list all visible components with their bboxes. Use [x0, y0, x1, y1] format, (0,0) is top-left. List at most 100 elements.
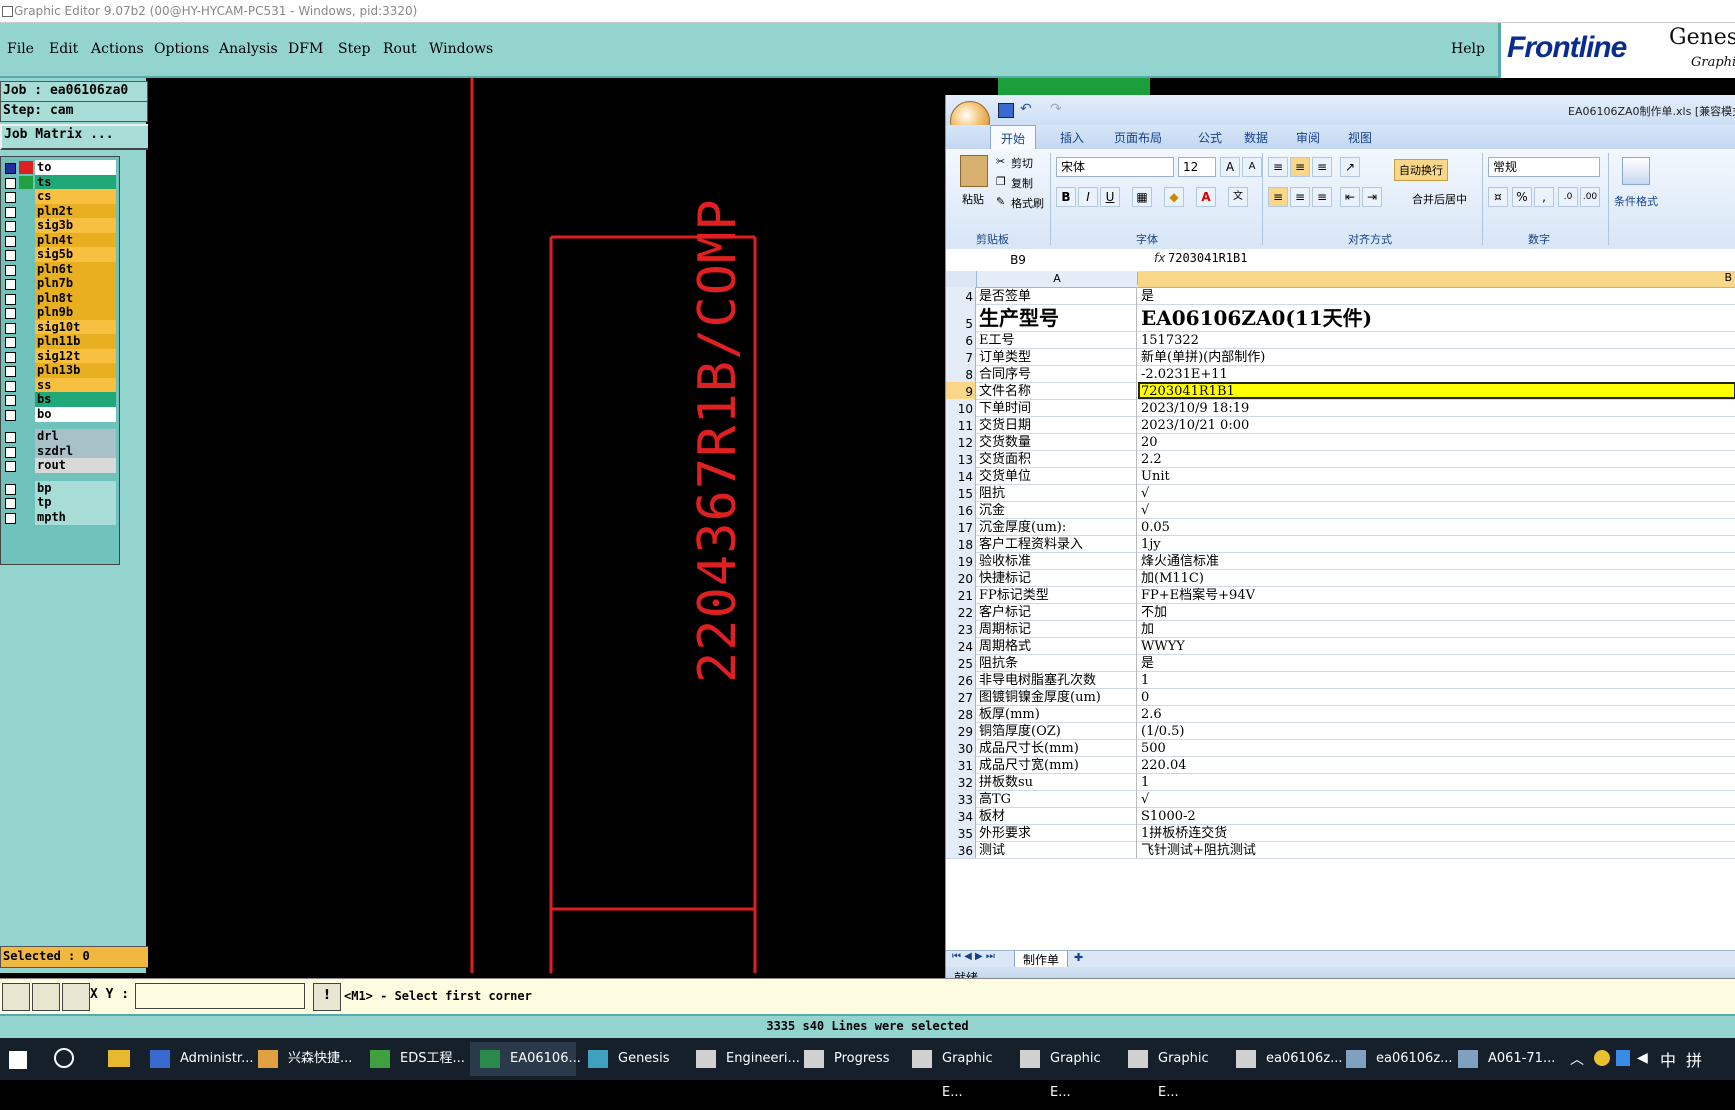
- cell-a[interactable]: 合同序号: [977, 365, 1137, 382]
- cell-b[interactable]: 20: [1138, 433, 1735, 450]
- layer-checkbox[interactable]: [5, 322, 16, 334]
- border-icon[interactable]: ▦: [1132, 187, 1152, 207]
- layer-checkbox[interactable]: [5, 498, 16, 509]
- cell-a[interactable]: 下单时间: [977, 399, 1137, 416]
- cell-b[interactable]: √: [1138, 790, 1735, 807]
- taskbar-item[interactable]: EA06106...: [470, 1042, 581, 1076]
- cell-b[interactable]: FP+E档案号+94V: [1138, 586, 1735, 603]
- layer-name[interactable]: sig3b: [35, 218, 116, 233]
- layer-name[interactable]: pln13b: [35, 363, 116, 378]
- taskbar-item[interactable]: Graphic E...: [902, 1042, 1008, 1100]
- layer-color-swatch[interactable]: [19, 161, 33, 174]
- formula-input[interactable]: 7203041R1B1: [1168, 251, 1247, 265]
- cell-a[interactable]: 铜箔厚度(OZ): [977, 722, 1137, 739]
- layer-color-swatch[interactable]: [19, 234, 33, 247]
- layer-name[interactable]: pln7b: [35, 276, 116, 291]
- layer-row[interactable]: ts: [3, 174, 117, 190]
- italic-icon[interactable]: I: [1078, 187, 1098, 207]
- conditional-format-icon[interactable]: [1622, 157, 1650, 185]
- row-number[interactable]: 23: [946, 620, 976, 637]
- ime-mode[interactable]: 拼: [1686, 1047, 1702, 1071]
- cell-a[interactable]: 成品尺寸长(mm): [977, 739, 1137, 756]
- bold-icon[interactable]: B: [1056, 187, 1076, 207]
- tab-formulas[interactable]: 公式: [1198, 129, 1222, 146]
- layer-color-swatch[interactable]: [19, 379, 33, 392]
- layer-name[interactable]: sig5b: [35, 247, 116, 262]
- cell-a[interactable]: 周期标记: [977, 620, 1137, 637]
- copy-icon[interactable]: ❐: [996, 175, 1006, 188]
- row-number[interactable]: 15: [946, 484, 976, 501]
- paste-button[interactable]: 粘贴: [962, 191, 984, 207]
- cell-b[interactable]: -2.0231E+11: [1138, 365, 1735, 382]
- cell-b[interactable]: 7203041R1B1: [1138, 382, 1735, 399]
- menu-edit[interactable]: Edit: [49, 41, 78, 57]
- menu-help[interactable]: Help: [1451, 41, 1485, 57]
- layer-checkbox[interactable]: [5, 395, 16, 406]
- layer-row[interactable]: bo: [3, 406, 117, 422]
- cell-a[interactable]: 阻抗: [977, 484, 1137, 501]
- menu-analysis[interactable]: Analysis: [219, 41, 278, 57]
- cell-a[interactable]: 生产型号: [977, 304, 1137, 331]
- cell-a[interactable]: 拼板数su: [977, 773, 1137, 790]
- row-number[interactable]: 9: [946, 382, 976, 399]
- cell-a[interactable]: 阻抗条: [977, 654, 1137, 671]
- row-number[interactable]: 14: [946, 467, 976, 484]
- layer-row[interactable]: ss: [3, 377, 117, 393]
- format-painter-button[interactable]: 格式刷: [1011, 195, 1044, 211]
- row-number[interactable]: 20: [946, 569, 976, 586]
- number-format-select[interactable]: 常规: [1488, 157, 1600, 177]
- undo-icon[interactable]: ↶: [1020, 101, 1032, 117]
- fx-icon[interactable]: fx: [1154, 251, 1165, 265]
- layer-checkbox[interactable]: [5, 409, 16, 421]
- save-icon[interactable]: [998, 103, 1014, 118]
- layer-color-swatch[interactable]: [19, 350, 33, 363]
- layer-checkbox[interactable]: [5, 483, 16, 495]
- row-number[interactable]: 5: [946, 304, 976, 331]
- menu-options[interactable]: Options: [154, 41, 209, 57]
- row-number[interactable]: 26: [946, 671, 976, 688]
- layer-name[interactable]: pln11b: [35, 334, 116, 349]
- taskbar-item[interactable]: Graphic E...: [1010, 1042, 1116, 1100]
- layer-checkbox[interactable]: [5, 293, 16, 305]
- cell-b[interactable]: 不加: [1138, 603, 1735, 620]
- cut-button[interactable]: 剪切: [1011, 155, 1033, 171]
- layer-color-swatch[interactable]: [19, 277, 33, 290]
- layer-name[interactable]: pln9b: [35, 305, 116, 320]
- grow-font-icon[interactable]: A: [1220, 157, 1240, 177]
- row-number[interactable]: 30: [946, 739, 976, 756]
- tab-view[interactable]: 视图: [1348, 129, 1372, 146]
- orientation-icon[interactable]: ↗: [1340, 157, 1360, 177]
- cell-a[interactable]: 板材: [977, 807, 1137, 824]
- shrink-font-icon[interactable]: A: [1242, 157, 1262, 177]
- ime-indicator[interactable]: 中: [1660, 1047, 1676, 1071]
- paste-icon[interactable]: [960, 155, 988, 187]
- cell-a[interactable]: 验收标准: [977, 552, 1137, 569]
- row-number[interactable]: 7: [946, 348, 976, 365]
- cell-b[interactable]: 2023/10/21 0:00: [1138, 416, 1735, 433]
- row-number[interactable]: 28: [946, 705, 976, 722]
- taskbar-item[interactable]: Engineeri...: [686, 1042, 800, 1076]
- tab-data[interactable]: 数据: [1244, 129, 1268, 146]
- row-number[interactable]: 31: [946, 756, 976, 773]
- layer-checkbox[interactable]: [5, 308, 16, 319]
- layer-color-swatch[interactable]: [19, 306, 33, 319]
- layer-row[interactable]: bp: [3, 480, 117, 496]
- menu-file[interactable]: File: [7, 41, 34, 57]
- taskbar-item[interactable]: ea06106z...: [1226, 1042, 1343, 1076]
- underline-icon[interactable]: U: [1100, 187, 1120, 207]
- row-number[interactable]: 18: [946, 535, 976, 552]
- layer-name[interactable]: szdrl: [35, 443, 116, 459]
- select-all-corner[interactable]: [946, 271, 977, 287]
- row-number[interactable]: 6: [946, 331, 976, 348]
- phonetic-icon[interactable]: 文: [1228, 187, 1248, 207]
- row-number[interactable]: 12: [946, 433, 976, 450]
- row-number[interactable]: 24: [946, 637, 976, 654]
- layer-checkbox[interactable]: [5, 279, 16, 290]
- layer-name[interactable]: pln4t: [35, 232, 116, 248]
- cell-b[interactable]: 烽火通信标准: [1138, 552, 1735, 569]
- cell-a[interactable]: 交货日期: [977, 416, 1137, 433]
- cell-b[interactable]: 220.04: [1138, 756, 1735, 773]
- align-left-icon[interactable]: ≡: [1268, 187, 1288, 207]
- cell-a[interactable]: 客户标记: [977, 603, 1137, 620]
- tray-app-icon[interactable]: [1594, 1050, 1610, 1066]
